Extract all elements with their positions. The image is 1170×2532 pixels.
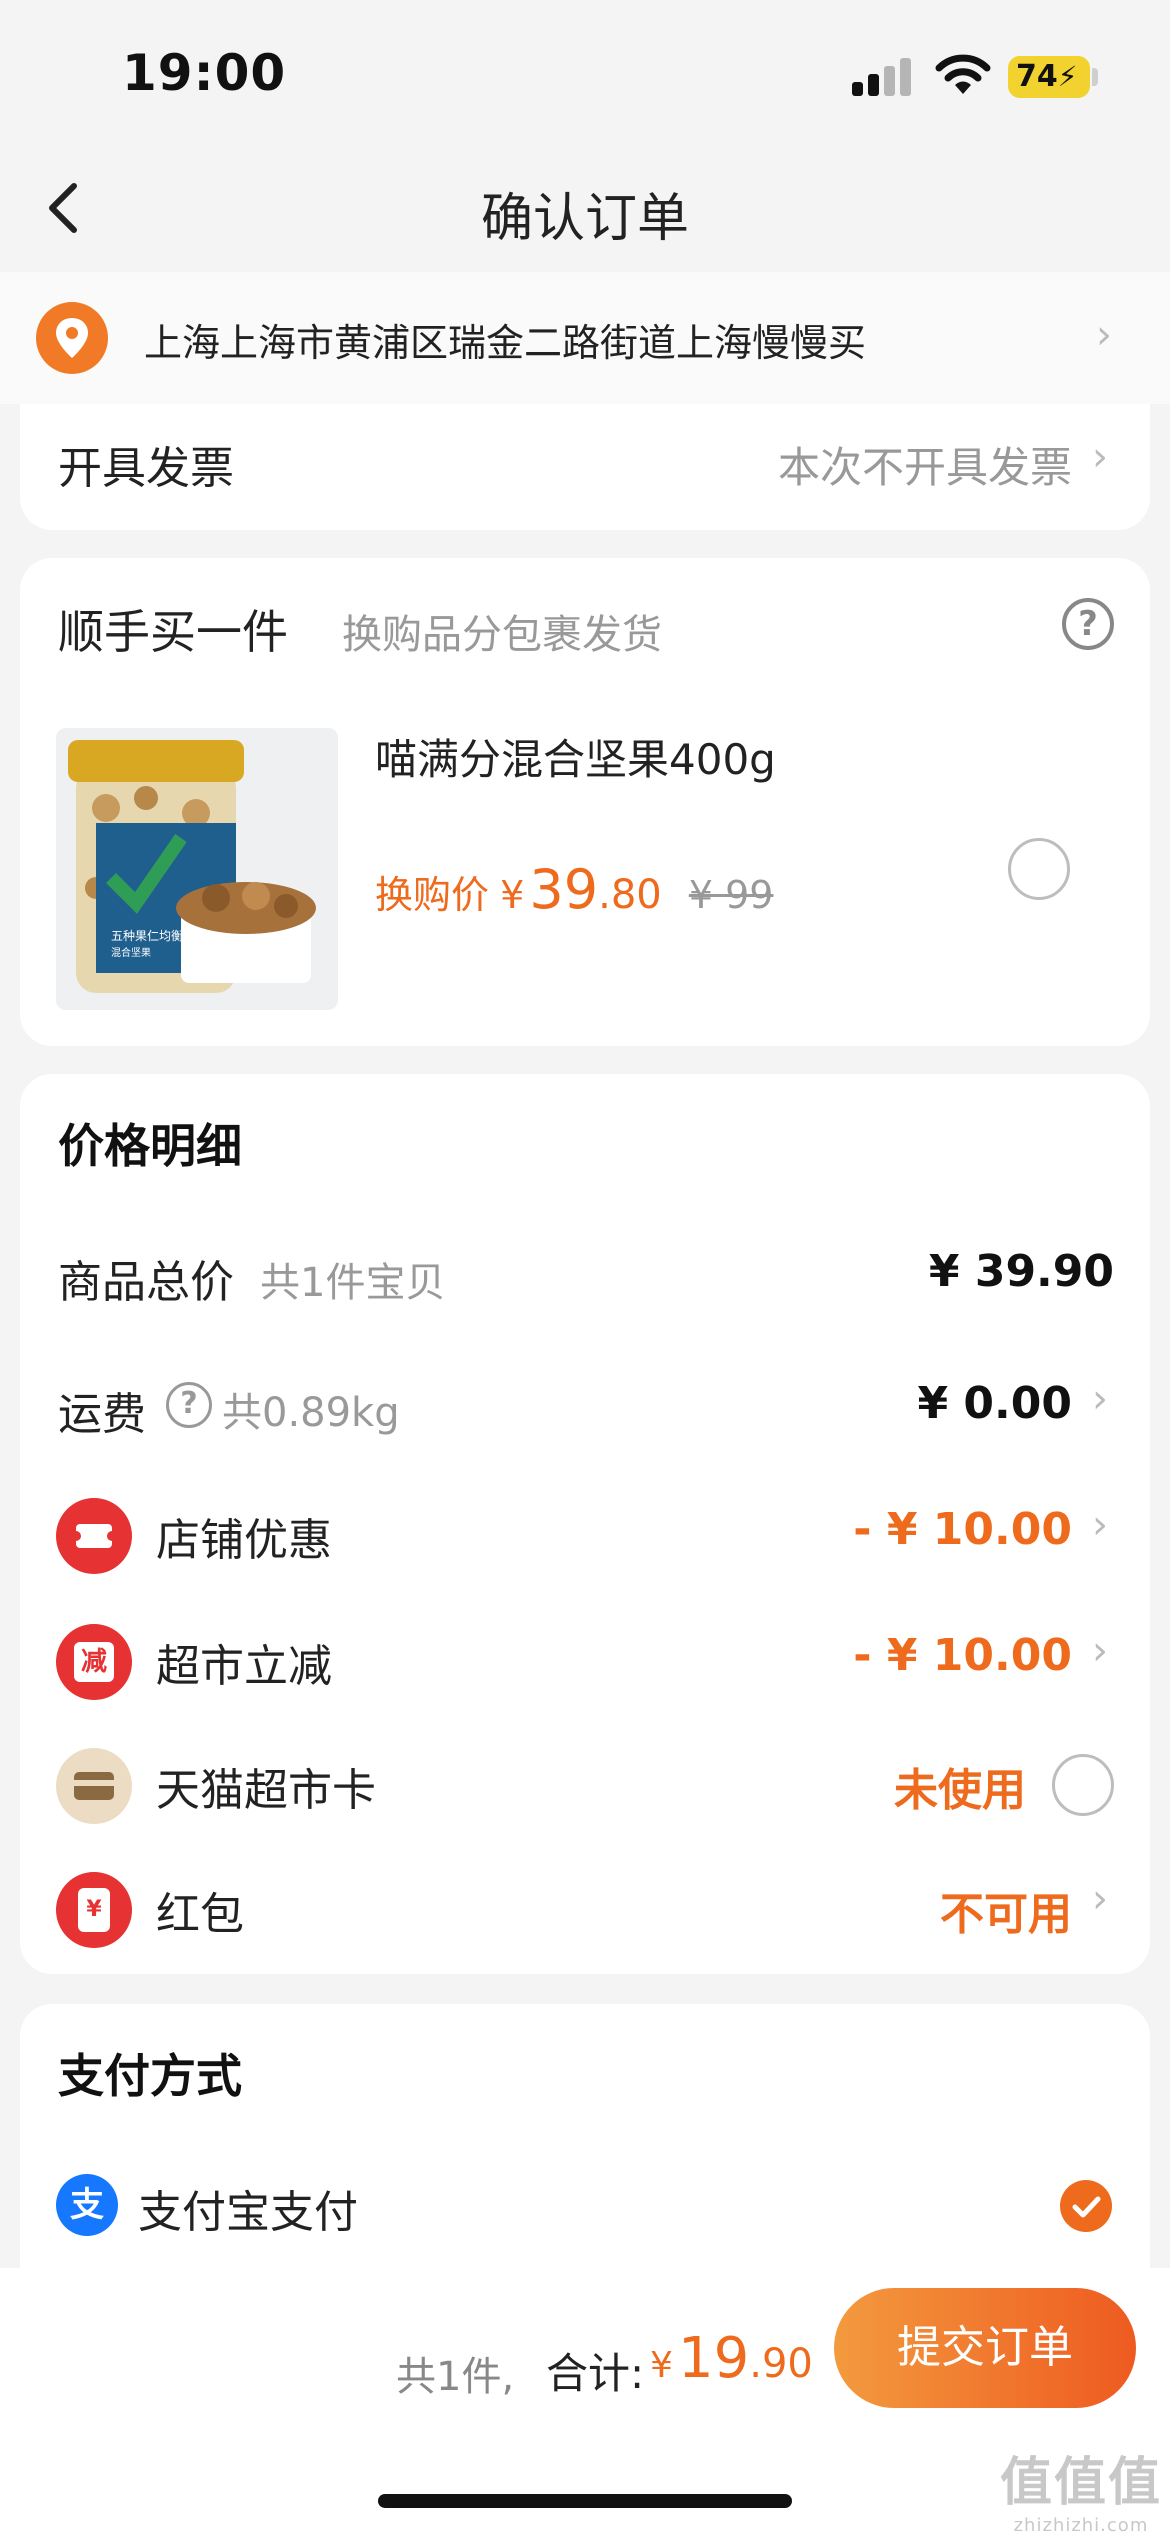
shipping-amount: ¥ 0.00: [917, 1378, 1073, 1429]
address-bar[interactable]: 上海上海市黄浦区瑞金二路街道上海慢慢买 ›: [0, 272, 1170, 404]
red-packet-icon: ¥: [56, 1872, 132, 1948]
total-currency: ¥: [650, 2345, 673, 2386]
chevron-right-icon: ›: [1092, 1502, 1108, 1548]
shipping-weight: 共0.89kg: [222, 1390, 400, 1436]
item-count: 共1件,: [396, 2354, 515, 2400]
price-detail-title: 价格明细: [58, 1119, 242, 1173]
original-price: ¥ 99: [688, 873, 774, 917]
chevron-right-icon: ›: [1092, 434, 1108, 480]
watermark-logo: 值值值: [999, 2453, 1162, 2513]
nav-bar: 确认订单: [0, 140, 1170, 270]
price-detail-card: 价格明细 商品总价 共1件宝贝 ¥ 39.90 运费 ? 共0.89kg ¥ 0…: [20, 1074, 1150, 1974]
total-price: ¥ 19.90: [650, 2326, 813, 2391]
store-discount-amount: - ¥ 10.00: [853, 1504, 1072, 1555]
jar-label: 五种果仁均衡: [111, 929, 183, 943]
battery-level: 74: [1016, 59, 1058, 94]
submit-order-button[interactable]: 提交订单: [834, 2288, 1136, 2408]
shipping-label: 运费: [58, 1389, 146, 1440]
red-packet-icon-text: ¥: [78, 1888, 110, 1932]
card-icon: [56, 1748, 132, 1824]
payment-method-label: 支付宝支付: [138, 2187, 358, 2238]
payment-title: 支付方式: [58, 2049, 242, 2103]
discount-icon-text: 减: [74, 1642, 114, 1682]
checkmark-icon[interactable]: [1060, 2180, 1112, 2232]
total-label: 合计:: [546, 2349, 645, 2398]
status-bar: 19:00 74⚡: [0, 0, 1170, 140]
tmall-card-radio[interactable]: [1052, 1754, 1114, 1816]
battery-icon: 74⚡: [1008, 56, 1090, 98]
jar-sublabel: 混合坚果: [111, 946, 151, 959]
addon-title: 顺手买一件: [58, 605, 288, 659]
price-label: 换购价: [375, 873, 490, 917]
price-currency: ¥: [500, 873, 525, 917]
chevron-right-icon: ›: [1092, 1628, 1108, 1674]
product-name[interactable]: 喵满分混合坚果400g: [375, 726, 776, 787]
goods-total-label: 商品总价: [58, 1257, 234, 1308]
addon-select-radio[interactable]: [1008, 838, 1070, 900]
chevron-right-icon: ›: [1096, 312, 1112, 358]
product-price: 换购价 ¥ 39.80 ¥ 99: [375, 858, 773, 921]
home-indicator[interactable]: [378, 2494, 792, 2508]
goods-total-amount: ¥ 39.90: [928, 1246, 1114, 1297]
addon-card: 顺手买一件 换购品分包裹发货 ? 五种果仁均衡 混合坚果 喵满分混合坚果400g…: [20, 558, 1150, 1046]
product-image[interactable]: 五种果仁均衡 混合坚果: [56, 728, 338, 1010]
invoice-value: 本次不开具发票: [777, 443, 1072, 492]
coupon-icon: [56, 1498, 132, 1574]
invoice-label: 开具发票: [58, 443, 234, 494]
goods-total-sub: 共1件宝贝: [260, 1260, 446, 1306]
help-icon[interactable]: ?: [166, 1382, 212, 1428]
chevron-right-icon: ›: [1092, 1876, 1108, 1922]
status-time: 19:00: [122, 44, 287, 102]
watermark: 值值值 zhizhizhi.com: [1000, 2440, 1162, 2532]
battery-cap: [1092, 68, 1098, 86]
red-packet-status: 不可用: [940, 1889, 1072, 1940]
location-pin-icon: [36, 302, 108, 374]
signal-icon: [852, 56, 914, 96]
total-decimal: .90: [749, 2341, 813, 2387]
discount-icon: 减: [56, 1624, 132, 1700]
market-discount-amount: - ¥ 10.00: [853, 1630, 1072, 1681]
addon-subtitle: 换购品分包裹发货: [342, 612, 662, 658]
tmall-card-status: 未使用: [894, 1765, 1026, 1816]
watermark-url: zhizhizhi.com: [1013, 2515, 1149, 2532]
address-text: 上海上海市黄浦区瑞金二路街道上海慢慢买: [144, 321, 867, 365]
tmall-card-label: 天猫超市卡: [156, 1765, 376, 1816]
wifi-icon: [935, 54, 991, 94]
alipay-icon: 支: [56, 2174, 118, 2236]
payment-card: 支付方式 支 支付宝支付: [20, 2004, 1150, 2304]
market-discount-label: 超市立减: [156, 1641, 332, 1692]
total-integer: 19: [678, 2326, 750, 2391]
help-icon[interactable]: ?: [1062, 598, 1114, 650]
invoice-row[interactable]: 开具发票 本次不开具发票 ›: [20, 404, 1150, 530]
red-packet-label: 红包: [156, 1889, 244, 1940]
chevron-right-icon: ›: [1092, 1376, 1108, 1422]
price-integer: 39: [529, 858, 599, 921]
checkout-bar: 共1件, 合计: ¥ 19.90 提交订单: [0, 2268, 1170, 2532]
price-decimal: .80: [598, 872, 662, 918]
page-title: 确认订单: [480, 189, 689, 249]
store-discount-label: 店铺优惠: [156, 1515, 332, 1566]
